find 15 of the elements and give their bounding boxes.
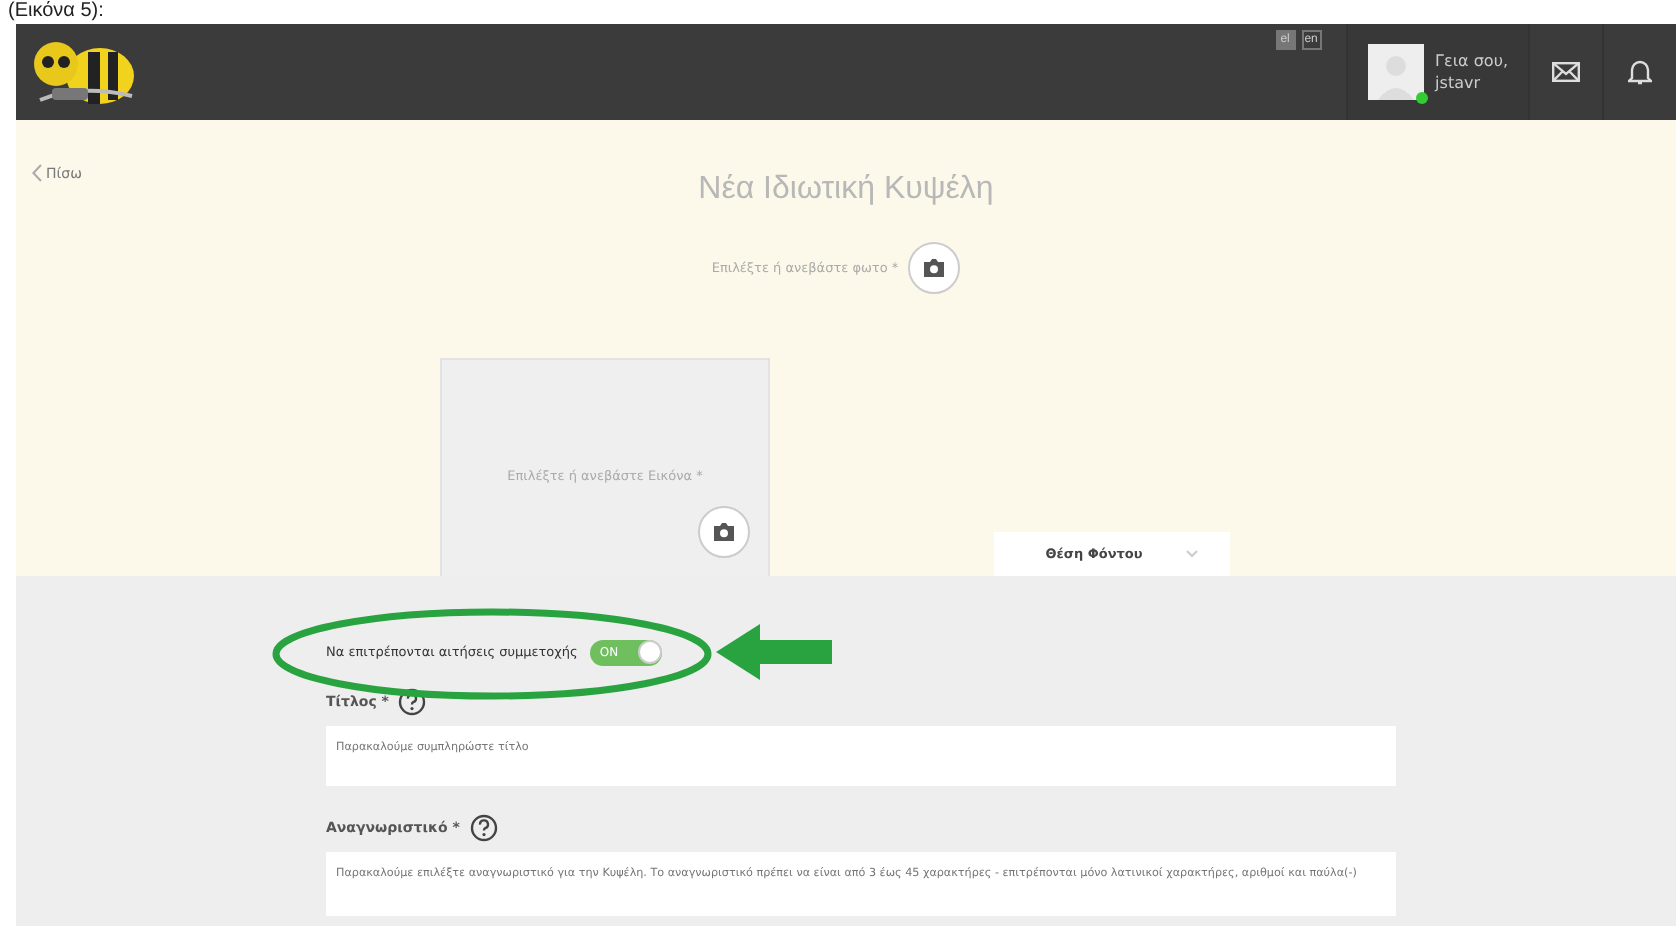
- pointer-arrow: [716, 624, 832, 680]
- camera-icon: [922, 258, 947, 278]
- caret-icon: [1186, 550, 1199, 558]
- figure-caption: (Εικόνα 5):: [6, 0, 106, 24]
- upload-photo-button[interactable]: [908, 242, 961, 294]
- upload-image-button[interactable]: [698, 506, 750, 558]
- username-text: jstavr: [1435, 72, 1482, 94]
- greeting-text: Γεια σου,: [1435, 50, 1508, 72]
- camera-icon: [712, 522, 736, 542]
- chevron-left-icon: [32, 164, 42, 182]
- page-title: Νέα Ιδιωτική Κυψέλη: [698, 172, 994, 208]
- notification-bell-icon[interactable]: [1628, 58, 1652, 86]
- help-icon[interactable]: [398, 688, 427, 716]
- mail-icon[interactable]: [1552, 62, 1580, 82]
- help-icon[interactable]: [469, 814, 498, 842]
